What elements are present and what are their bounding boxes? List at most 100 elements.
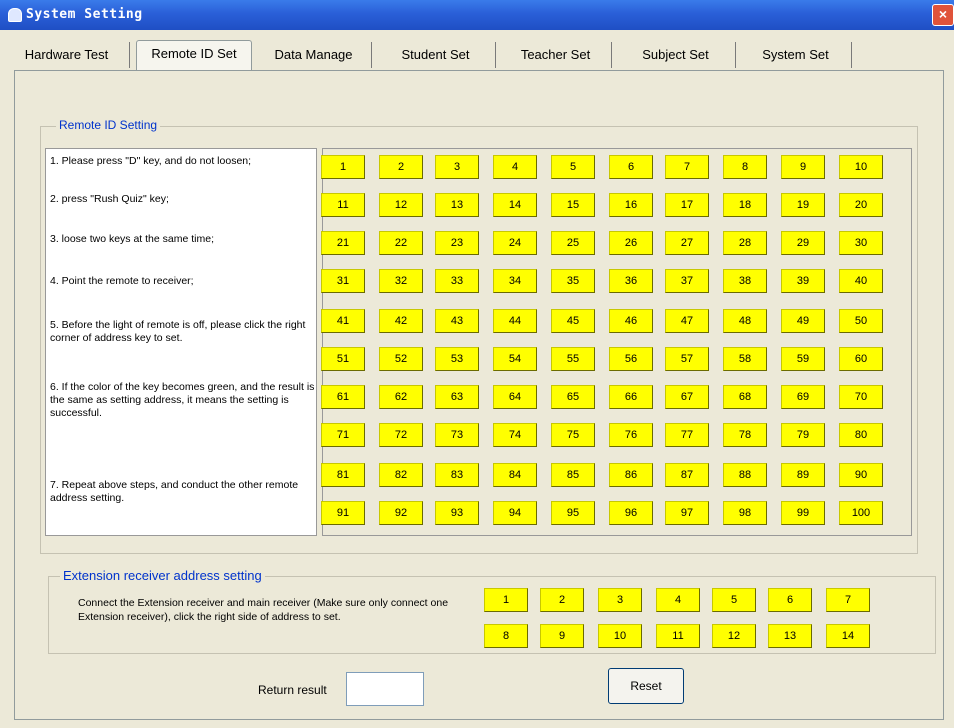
extension-key-14[interactable]: 14: [826, 624, 870, 648]
remote-id-key-86[interactable]: 86: [609, 463, 653, 487]
remote-id-key-2[interactable]: 2: [379, 155, 423, 179]
remote-id-key-54[interactable]: 54: [493, 347, 537, 371]
remote-id-key-98[interactable]: 98: [723, 501, 767, 525]
extension-key-10[interactable]: 10: [598, 624, 642, 648]
remote-id-key-26[interactable]: 26: [609, 231, 653, 255]
remote-id-key-49[interactable]: 49: [781, 309, 825, 333]
remote-id-key-34[interactable]: 34: [493, 269, 537, 293]
extension-key-13[interactable]: 13: [768, 624, 812, 648]
remote-id-key-16[interactable]: 16: [609, 193, 653, 217]
tab-data-manage[interactable]: Data Manage: [256, 42, 372, 68]
remote-id-key-90[interactable]: 90: [839, 463, 883, 487]
remote-id-key-79[interactable]: 79: [781, 423, 825, 447]
remote-id-key-15[interactable]: 15: [551, 193, 595, 217]
remote-id-key-51[interactable]: 51: [321, 347, 365, 371]
remote-id-key-45[interactable]: 45: [551, 309, 595, 333]
remote-id-key-46[interactable]: 46: [609, 309, 653, 333]
remote-id-key-38[interactable]: 38: [723, 269, 767, 293]
remote-id-key-97[interactable]: 97: [665, 501, 709, 525]
remote-id-key-75[interactable]: 75: [551, 423, 595, 447]
remote-id-key-18[interactable]: 18: [723, 193, 767, 217]
extension-key-9[interactable]: 9: [540, 624, 584, 648]
remote-id-key-58[interactable]: 58: [723, 347, 767, 371]
remote-id-key-36[interactable]: 36: [609, 269, 653, 293]
remote-id-key-29[interactable]: 29: [781, 231, 825, 255]
remote-id-key-66[interactable]: 66: [609, 385, 653, 409]
remote-id-key-61[interactable]: 61: [321, 385, 365, 409]
remote-id-key-72[interactable]: 72: [379, 423, 423, 447]
remote-id-key-14[interactable]: 14: [493, 193, 537, 217]
remote-id-key-27[interactable]: 27: [665, 231, 709, 255]
remote-id-key-41[interactable]: 41: [321, 309, 365, 333]
remote-id-key-60[interactable]: 60: [839, 347, 883, 371]
remote-id-key-23[interactable]: 23: [435, 231, 479, 255]
remote-id-key-73[interactable]: 73: [435, 423, 479, 447]
remote-id-key-91[interactable]: 91: [321, 501, 365, 525]
remote-id-key-71[interactable]: 71: [321, 423, 365, 447]
remote-id-key-74[interactable]: 74: [493, 423, 537, 447]
remote-id-key-39[interactable]: 39: [781, 269, 825, 293]
remote-id-key-92[interactable]: 92: [379, 501, 423, 525]
remote-id-key-93[interactable]: 93: [435, 501, 479, 525]
remote-id-key-17[interactable]: 17: [665, 193, 709, 217]
remote-id-key-50[interactable]: 50: [839, 309, 883, 333]
remote-id-key-96[interactable]: 96: [609, 501, 653, 525]
tab-remote-id-set[interactable]: Remote ID Set: [136, 40, 252, 70]
tab-hardware-test[interactable]: Hardware Test: [4, 42, 130, 68]
remote-id-key-13[interactable]: 13: [435, 193, 479, 217]
remote-id-key-5[interactable]: 5: [551, 155, 595, 179]
remote-id-key-94[interactable]: 94: [493, 501, 537, 525]
remote-id-key-89[interactable]: 89: [781, 463, 825, 487]
remote-id-key-9[interactable]: 9: [781, 155, 825, 179]
remote-id-key-63[interactable]: 63: [435, 385, 479, 409]
remote-id-key-81[interactable]: 81: [321, 463, 365, 487]
remote-id-key-35[interactable]: 35: [551, 269, 595, 293]
remote-id-key-40[interactable]: 40: [839, 269, 883, 293]
extension-key-8[interactable]: 8: [484, 624, 528, 648]
remote-id-key-76[interactable]: 76: [609, 423, 653, 447]
extension-key-1[interactable]: 1: [484, 588, 528, 612]
extension-key-7[interactable]: 7: [826, 588, 870, 612]
remote-id-key-68[interactable]: 68: [723, 385, 767, 409]
remote-id-key-12[interactable]: 12: [379, 193, 423, 217]
remote-id-key-8[interactable]: 8: [723, 155, 767, 179]
remote-id-key-48[interactable]: 48: [723, 309, 767, 333]
remote-id-key-62[interactable]: 62: [379, 385, 423, 409]
remote-id-key-69[interactable]: 69: [781, 385, 825, 409]
extension-key-5[interactable]: 5: [712, 588, 756, 612]
remote-id-key-3[interactable]: 3: [435, 155, 479, 179]
remote-id-key-56[interactable]: 56: [609, 347, 653, 371]
extension-key-12[interactable]: 12: [712, 624, 756, 648]
return-result-field[interactable]: [346, 672, 424, 706]
remote-id-key-25[interactable]: 25: [551, 231, 595, 255]
remote-id-key-44[interactable]: 44: [493, 309, 537, 333]
remote-id-key-77[interactable]: 77: [665, 423, 709, 447]
remote-id-key-47[interactable]: 47: [665, 309, 709, 333]
close-button[interactable]: ×: [932, 4, 954, 26]
remote-id-key-55[interactable]: 55: [551, 347, 595, 371]
extension-key-2[interactable]: 2: [540, 588, 584, 612]
remote-id-key-85[interactable]: 85: [551, 463, 595, 487]
remote-id-key-21[interactable]: 21: [321, 231, 365, 255]
remote-id-key-83[interactable]: 83: [435, 463, 479, 487]
remote-id-key-78[interactable]: 78: [723, 423, 767, 447]
remote-id-key-64[interactable]: 64: [493, 385, 537, 409]
extension-key-6[interactable]: 6: [768, 588, 812, 612]
remote-id-key-88[interactable]: 88: [723, 463, 767, 487]
remote-id-key-95[interactable]: 95: [551, 501, 595, 525]
remote-id-key-31[interactable]: 31: [321, 269, 365, 293]
remote-id-key-24[interactable]: 24: [493, 231, 537, 255]
remote-id-key-30[interactable]: 30: [839, 231, 883, 255]
remote-id-key-42[interactable]: 42: [379, 309, 423, 333]
remote-id-key-82[interactable]: 82: [379, 463, 423, 487]
remote-id-key-87[interactable]: 87: [665, 463, 709, 487]
remote-id-key-99[interactable]: 99: [781, 501, 825, 525]
tab-student-set[interactable]: Student Set: [376, 42, 496, 68]
tab-teacher-set[interactable]: Teacher Set: [500, 42, 612, 68]
remote-id-key-100[interactable]: 100: [839, 501, 883, 525]
remote-id-key-10[interactable]: 10: [839, 155, 883, 179]
extension-key-3[interactable]: 3: [598, 588, 642, 612]
remote-id-key-1[interactable]: 1: [321, 155, 365, 179]
remote-id-key-70[interactable]: 70: [839, 385, 883, 409]
tab-system-set[interactable]: System Set: [740, 42, 852, 68]
